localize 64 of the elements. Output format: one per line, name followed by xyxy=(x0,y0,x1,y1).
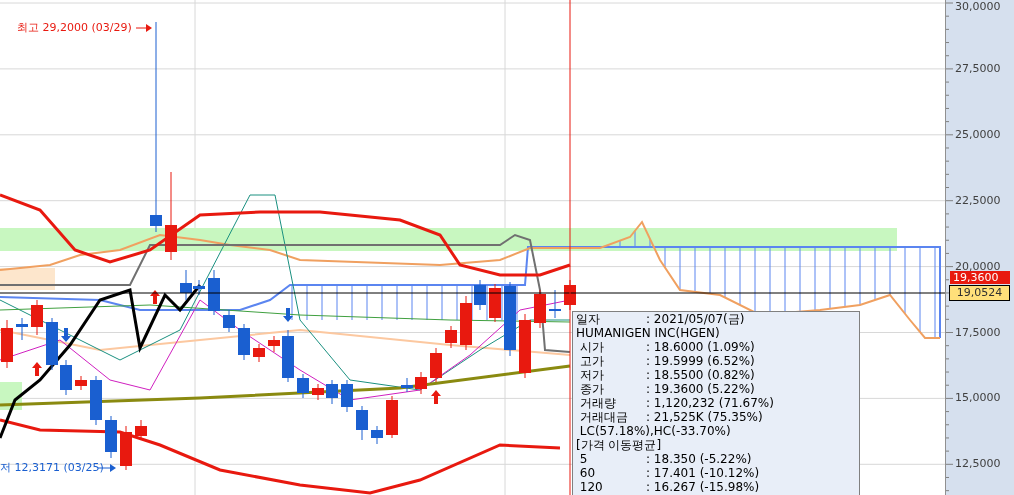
tooltip-line: LC(57.18%),HC(-33.70%) xyxy=(578,424,732,438)
candlestick xyxy=(534,289,546,329)
axis-tick-label: 22,5000 xyxy=(955,193,1001,208)
arrow-right-icon xyxy=(135,24,152,32)
tooltip-line: HUMANIGEN INC(HGEN) xyxy=(576,326,721,340)
axis-tick-label: 20,0000 xyxy=(955,259,1001,273)
candlestick xyxy=(75,375,87,391)
candlestick xyxy=(208,269,220,316)
candlestick xyxy=(371,425,383,445)
candlestick xyxy=(223,309,235,333)
tooltip-line: 고가 : 19.5999 (6.52%) xyxy=(578,354,756,368)
axis-tick-label: 30,0000 xyxy=(955,0,1001,14)
tooltip-line: 거래량 : 1,120,232 (71.67%) xyxy=(578,396,775,410)
candlestick xyxy=(282,329,294,383)
candlestick xyxy=(297,373,309,399)
candlestick xyxy=(445,325,457,349)
candlestick xyxy=(16,317,28,341)
candlestick xyxy=(120,425,132,471)
axis-tick-label: 17,5000 xyxy=(955,325,1001,340)
tooltip-line: 120 : 16.267 (-15.98%) xyxy=(578,480,761,494)
tooltip-line: 저가 : 18.5500 (0.82%) xyxy=(578,368,756,382)
low-price-label: 저 12,3171 (03/25) xyxy=(0,460,104,476)
tooltip-line: 종가 : 19.3600 (5.22%) xyxy=(578,382,756,396)
candlestick xyxy=(430,347,442,383)
candlestick xyxy=(401,377,413,393)
tooltip-line: 60 : 17.401 (-10.12%) xyxy=(578,466,761,480)
axis-tick-label: 15,0000 xyxy=(955,391,1001,406)
axis-tick-label: 12,5000 xyxy=(955,457,1001,472)
candlestick xyxy=(253,343,265,363)
candlestick xyxy=(341,379,353,413)
candlestick xyxy=(90,375,102,426)
candlestick xyxy=(268,335,280,353)
axis-tick-label: 25,0000 xyxy=(955,127,1001,142)
candlestick xyxy=(474,279,486,311)
candlestick xyxy=(105,415,117,459)
candlestick xyxy=(60,359,72,396)
arrow-down-icon xyxy=(61,328,71,342)
candlestick xyxy=(489,283,501,323)
axis-tick-label: 27,5000 xyxy=(955,61,1001,76)
candlestick xyxy=(312,383,324,401)
arrow-up-icon xyxy=(431,390,441,404)
candlestick xyxy=(1,319,13,369)
candlestick xyxy=(415,371,427,395)
arrow-up-icon xyxy=(32,362,42,376)
high-price-label: 최고 29,2000 (03/29) xyxy=(17,20,132,36)
current-price-tag: 19,0524 xyxy=(949,285,1010,301)
candlestick xyxy=(549,289,561,319)
last-price-tag: 19,3600 xyxy=(950,271,1010,284)
tooltip-line: 시가 : 18.6000 (1.09%) xyxy=(578,340,756,354)
candlestick xyxy=(31,299,43,336)
tooltip-line: 일자 : 2021/05/07(금) xyxy=(576,312,746,326)
candlestick xyxy=(135,419,147,441)
candlestick xyxy=(519,313,531,379)
tooltip-line: [가격 이동평균] xyxy=(576,438,663,452)
candlestick xyxy=(356,405,368,441)
arrow-down-icon xyxy=(283,308,293,322)
tooltip-line: 거래대금 : 21,525K (75.35%) xyxy=(578,410,764,424)
candlestick xyxy=(326,379,338,405)
candlestick xyxy=(386,395,398,439)
arrow-up-icon xyxy=(150,290,160,304)
tooltip-line: 5 : 18.350 (-5.22%) xyxy=(578,452,753,466)
candlestick xyxy=(46,317,58,371)
candlestick xyxy=(460,295,472,351)
candlestick xyxy=(238,323,250,361)
